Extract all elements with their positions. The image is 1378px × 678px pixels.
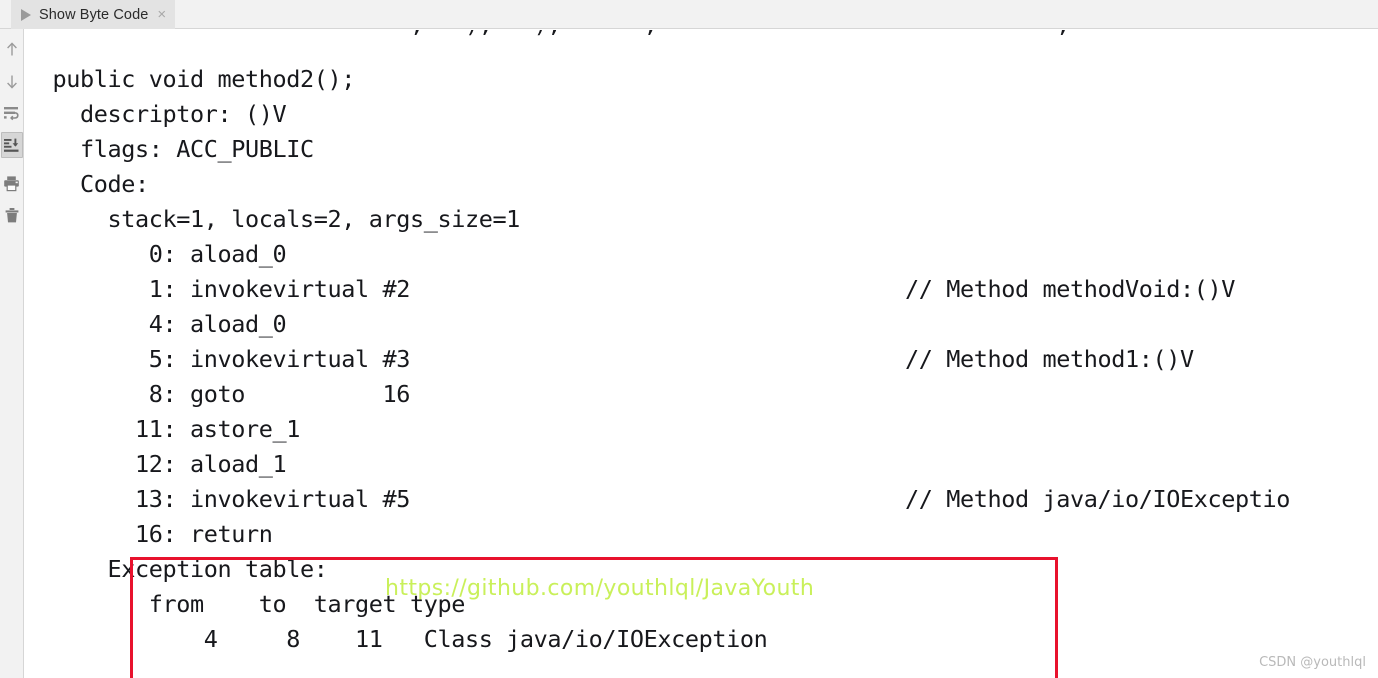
code-line: 13: invokevirtual #5 // Method java/io/IO… (25, 482, 1378, 517)
byte-code-output[interactable]: ; ); ); ; ; public void method2(); descr… (25, 30, 1378, 678)
code-line-text: 8: goto 16 (25, 380, 411, 408)
close-icon[interactable]: × (157, 7, 166, 22)
code-line-text: Code: (25, 170, 149, 198)
code-line-text: stack=1, locals=2, args_size=1 (25, 205, 520, 233)
soft-wrap-icon[interactable] (1, 100, 23, 126)
code-line: Code: (25, 167, 1378, 202)
code-line: descriptor: ()V (25, 97, 1378, 132)
code-line-comment: // Method method1:()V (905, 345, 1194, 373)
byte-code-viewer-window: Show Byte Code × public void method2(); … (0, 0, 1378, 678)
code-line: 0: aload_0 (25, 237, 1378, 272)
code-line-text: public void method2(); (25, 65, 355, 93)
code-line: 16: return (25, 517, 1378, 552)
code-line: from to target type (25, 587, 1378, 622)
play-icon (21, 8, 31, 21)
scroll-down-icon[interactable] (1, 68, 23, 94)
code-line: 4 8 11 Class java/io/IOException (25, 622, 1378, 657)
code-line-text: 1: invokevirtual #2 (25, 275, 411, 303)
code-line-text: 0: aload_0 (25, 240, 287, 268)
code-line: 1: invokevirtual #2 // Method methodVoid:… (25, 272, 1378, 307)
code-line: 4: aload_0 (25, 307, 1378, 342)
code-line-clipped-top: ; ); ); ; ; (25, 30, 1070, 42)
tab-bar: Show Byte Code × (0, 0, 1378, 29)
code-line-text: 16: return (25, 520, 273, 548)
code-line: 11: astore_1 (25, 412, 1378, 447)
code-line: 8: goto 16 (25, 377, 1378, 412)
code-line-text: 4 8 11 Class java/io/IOException (25, 625, 768, 653)
code-line-text: from to target type (25, 590, 466, 618)
code-line: 12: aload_1 (25, 447, 1378, 482)
code-line-text: 13: invokevirtual #5 (25, 485, 410, 513)
tab-show-byte-code[interactable]: Show Byte Code × (11, 0, 176, 29)
code-line-comment: // Method methodVoid:()V (905, 275, 1235, 303)
code-line: 5: invokevirtual #3 // Method method1:()V (25, 342, 1378, 377)
left-toolbar (0, 29, 24, 678)
code-line: public void method2(); (25, 62, 1378, 97)
code-line-text: 4: aload_0 (25, 310, 287, 338)
code-line-text: 5: invokevirtual #3 (25, 345, 411, 373)
code-line-comment: // Method java/io/IOExceptio (905, 485, 1290, 513)
print-icon[interactable] (1, 170, 23, 196)
scroll-to-end-icon[interactable] (0, 132, 23, 158)
code-line: stack=1, locals=2, args_size=1 (25, 202, 1378, 237)
code-line-text: flags: ACC_PUBLIC (25, 135, 314, 163)
code-line: flags: ACC_PUBLIC (25, 132, 1378, 167)
scroll-up-icon[interactable] (1, 36, 23, 62)
trash-icon[interactable] (1, 202, 23, 228)
tab-label: Show Byte Code (39, 6, 149, 23)
code-line-text: descriptor: ()V (25, 100, 287, 128)
code-line-text: 12: aload_1 (25, 450, 287, 478)
code-line: Exception table: (25, 552, 1378, 587)
code-line-text: 11: astore_1 (25, 415, 300, 443)
code-line-text: Exception table: (25, 555, 328, 583)
code-lines: public void method2(); descriptor: ()V f… (25, 62, 1378, 657)
